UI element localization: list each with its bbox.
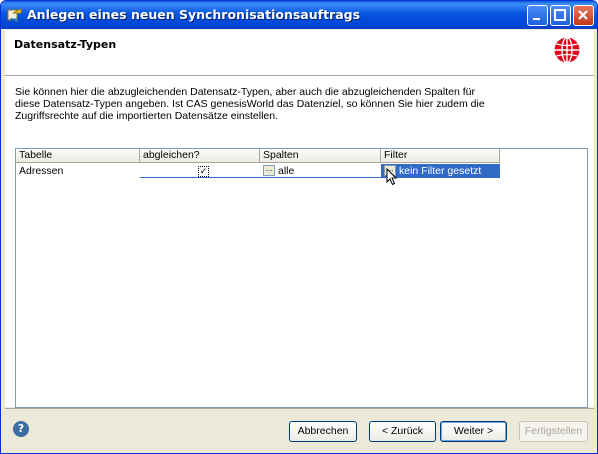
wizard-header: Datensatz-Typen — [5, 30, 594, 76]
globe-logo-icon — [554, 36, 580, 64]
description-line: diese Datensatz-Typen angeben. Ist CAS g… — [15, 98, 485, 110]
app-sync-icon — [7, 8, 22, 23]
abgleichen-checkbox[interactable]: ✓ — [198, 166, 209, 177]
minimize-button[interactable] — [527, 5, 548, 26]
maximize-icon — [554, 9, 566, 21]
window-title: Anlegen eines neuen Synchronisationsauft… — [27, 7, 361, 22]
cancel-button[interactable]: Abbrechen — [289, 421, 357, 442]
mouse-cursor-icon — [386, 168, 398, 186]
maximize-button[interactable] — [550, 5, 571, 26]
help-icon[interactable]: ? — [13, 421, 29, 437]
table-row[interactable]: Adressen ✓ ... alle ... kein Filter gese… — [16, 164, 587, 178]
finish-button[interactable]: Fertigstellen — [519, 421, 588, 442]
cell-abgleichen: ✓ — [140, 164, 260, 178]
description-line: Sie können hier die abzugleichenden Date… — [15, 86, 475, 98]
column-header-abgleichen[interactable]: abgleichen? — [140, 149, 260, 163]
description-text: Sie können hier die abzugleichenden Date… — [15, 86, 575, 122]
minimize-icon — [533, 18, 540, 20]
description-line: Zugriffsrechte auf die importierten Date… — [15, 110, 279, 122]
close-icon — [578, 10, 588, 20]
record-types-grid[interactable]: Tabelle abgleichen? Spalten Filter Adres… — [15, 148, 588, 408]
column-header-tabelle[interactable]: Tabelle — [16, 149, 140, 163]
wizard-content: Sie können hier die abzugleichenden Date… — [5, 76, 594, 408]
wizard-footer: ? Abbrechen < Zurück Weiter > Fertigstel… — [5, 408, 594, 449]
close-button[interactable] — [573, 5, 594, 26]
cell-tabelle: Adressen — [19, 165, 64, 177]
column-header-spalten[interactable]: Spalten — [260, 149, 381, 163]
next-button[interactable]: Weiter > — [440, 421, 507, 442]
back-button[interactable]: < Zurück — [369, 421, 436, 442]
spalten-value: alle — [278, 165, 295, 177]
title-bar[interactable]: Anlegen eines neuen Synchronisationsauft… — [1, 1, 597, 29]
filter-value: kein Filter gesetzt — [399, 165, 482, 177]
cell-spalten: ... alle — [260, 164, 381, 178]
spalten-ellipsis-button[interactable]: ... — [263, 165, 275, 176]
page-title: Datensatz-Typen — [14, 38, 117, 51]
wizard-window: Anlegen eines neuen Synchronisationsauft… — [0, 0, 598, 454]
column-header-filter[interactable]: Filter — [381, 149, 500, 163]
